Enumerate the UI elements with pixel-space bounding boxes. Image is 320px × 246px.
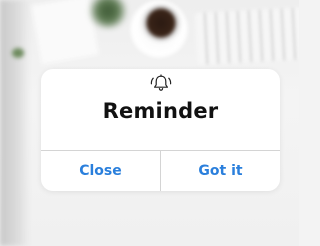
reminder-alert-dialog: Reminder Close Got it xyxy=(41,69,280,191)
alert-title: Reminder xyxy=(102,99,219,123)
alert-header: Reminder xyxy=(41,69,280,151)
background-keyboard xyxy=(194,7,299,65)
close-button[interactable]: Close xyxy=(41,151,160,191)
background-leaf xyxy=(12,48,24,58)
background-plant xyxy=(88,0,128,28)
bell-icon xyxy=(149,74,173,92)
got-it-button[interactable]: Got it xyxy=(161,151,280,191)
background-wall-shadow xyxy=(0,0,30,246)
background-coffee-cup xyxy=(140,4,182,42)
